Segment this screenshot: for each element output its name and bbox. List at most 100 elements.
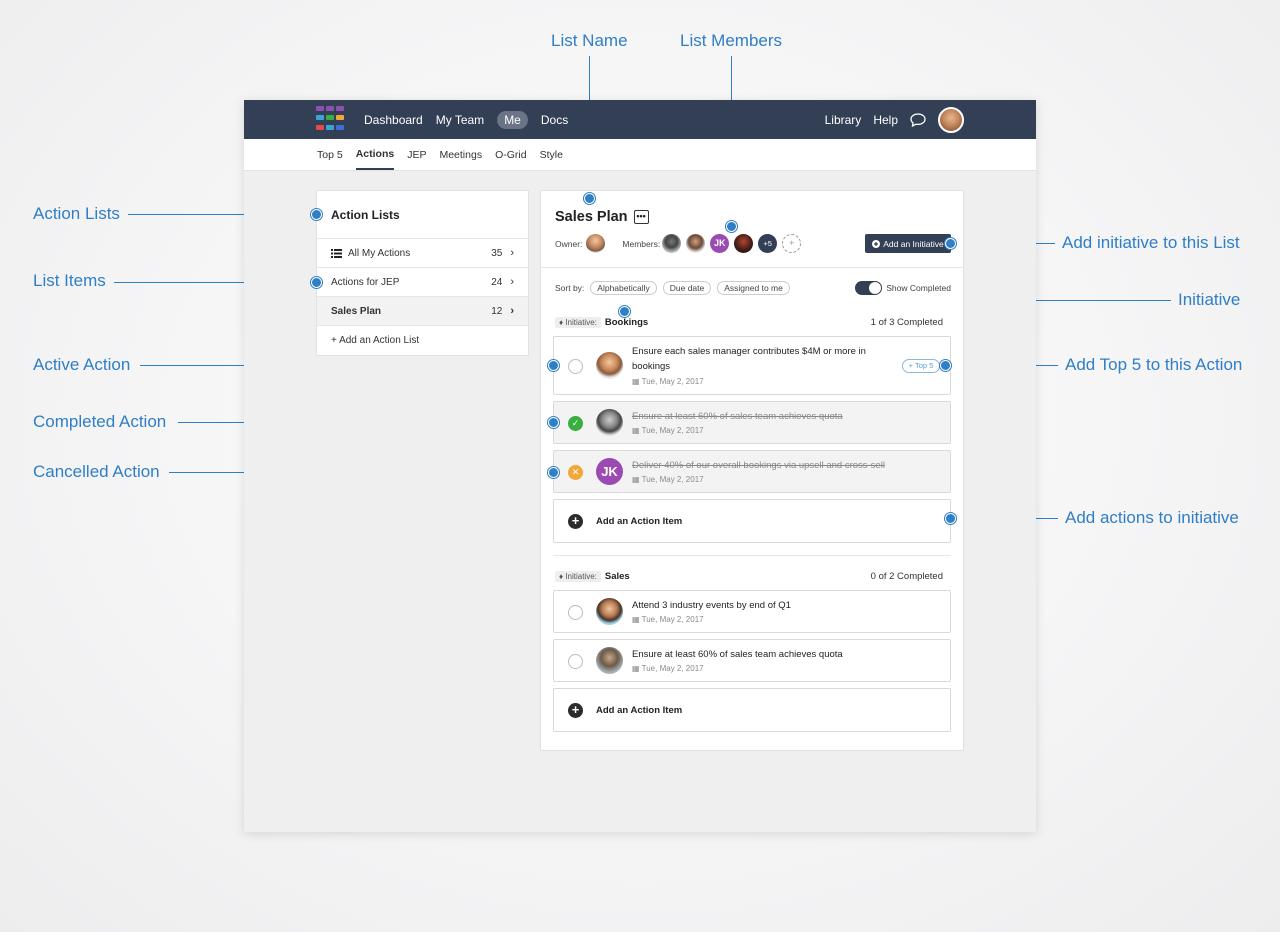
list-name[interactable]: Sales Plan xyxy=(555,209,628,225)
tab-actions[interactable]: Actions xyxy=(355,140,395,170)
owner-avatar[interactable] xyxy=(586,234,606,253)
add-action-label: Add an Action Item xyxy=(596,705,683,716)
action-checkbox[interactable] xyxy=(568,359,583,374)
list-item-count: 35 xyxy=(491,247,503,259)
plus-circle-icon xyxy=(872,239,881,248)
add-action-label: Add an Action Item xyxy=(596,516,683,527)
assignee-avatar-jk: JK xyxy=(596,458,623,485)
callout-list-items: List Items xyxy=(33,271,106,290)
nav-me[interactable]: Me xyxy=(497,110,528,129)
nav-dashboard[interactable]: Dashboard xyxy=(364,113,423,127)
list-title: Sales Plan ••• xyxy=(555,209,649,225)
initiative-name[interactable]: Bookings xyxy=(605,317,648,328)
chat-bubble-icon[interactable] xyxy=(910,112,926,127)
tab-meetings[interactable]: Meetings xyxy=(439,141,482,169)
add-top5-button[interactable]: + Top 5 xyxy=(902,359,940,373)
action-text: Deliver 40% of our overall bookings via … xyxy=(632,460,885,471)
member-avatar[interactable] xyxy=(662,234,682,253)
callout-add-initiative: Add initiative to this List xyxy=(1062,233,1240,252)
divider xyxy=(553,555,951,556)
chevron-right-icon: › xyxy=(510,276,514,288)
dot-list-name xyxy=(584,193,595,204)
add-initiative-label: Add an Initiative xyxy=(883,238,944,249)
action-checkbox[interactable] xyxy=(568,654,583,669)
add-action-item-button[interactable]: + Add an Action Item xyxy=(553,688,951,732)
member-avatar[interactable] xyxy=(686,234,706,253)
assignee-avatar xyxy=(596,598,623,625)
top-navbar: Dashboard My Team Me Docs Library Help xyxy=(244,100,1036,139)
chevron-right-icon: › xyxy=(510,305,514,317)
assignee-avatar xyxy=(596,409,623,436)
cancelled-x-icon[interactable]: ✕ xyxy=(568,465,583,480)
list-item-count: 24 xyxy=(491,276,503,288)
list-item-all-my-actions[interactable]: All My Actions 35 › xyxy=(317,239,528,268)
initiative-header-bookings: ♦ Initiative: Bookings 1 of 3 Completed xyxy=(555,317,943,328)
dot-add-actions xyxy=(945,513,956,524)
action-text: Ensure each sales manager contributes $4… xyxy=(632,346,866,372)
callout-list-members: List Members xyxy=(680,31,783,50)
list-item-label: Actions for JEP xyxy=(331,276,400,288)
sort-label: Sort by: xyxy=(555,283,585,293)
add-action-list-button[interactable]: + Add an Action List xyxy=(317,326,528,355)
action-text: Ensure at least 60% of sales team achiev… xyxy=(632,411,843,422)
list-item-actions-for-jep[interactable]: Actions for JEP 24 › xyxy=(317,268,528,297)
action-lists-panel: Action Lists All My Actions 35 › Actions… xyxy=(316,190,529,356)
tab-style[interactable]: Style xyxy=(540,141,563,169)
plus-circle-icon: + xyxy=(568,703,583,718)
callout-action-lists: Action Lists xyxy=(33,204,120,223)
initiative-header-sales: ♦ Initiative: Sales 0 of 2 Completed xyxy=(555,571,943,582)
callout-cancelled-action: Cancelled Action xyxy=(33,462,160,481)
completed-check-icon[interactable]: ✓ xyxy=(568,416,583,431)
action-date: ▦ Tue, May 2, 2017 xyxy=(632,426,704,435)
nav-help[interactable]: Help xyxy=(873,113,898,127)
initiative-status: 1 of 3 Completed xyxy=(870,317,943,328)
callout-initiative: Initiative xyxy=(1178,290,1241,309)
app-logo-icon[interactable] xyxy=(316,106,344,132)
nav-docs[interactable]: Docs xyxy=(541,113,568,127)
action-card-active[interactable]: Ensure at least 60% of sales team achiev… xyxy=(553,639,951,682)
nav-library[interactable]: Library xyxy=(825,113,862,127)
action-date: ▦ Tue, May 2, 2017 xyxy=(632,615,704,624)
action-card-completed[interactable]: ✓ Ensure at least 60% of sales team achi… xyxy=(553,401,951,444)
action-date: ▦ Tue, May 2, 2017 xyxy=(632,475,704,484)
list-meta: Owner: Members: JK +5 + xyxy=(555,234,806,253)
add-action-item-button[interactable]: + Add an Action Item xyxy=(553,499,951,543)
callout-active-action: Active Action xyxy=(33,355,131,374)
user-avatar[interactable] xyxy=(938,106,964,133)
dot-list-items xyxy=(311,277,322,288)
app-window: Dashboard My Team Me Docs Library Help T… xyxy=(244,100,1036,832)
sort-assigned-to-me[interactable]: Assigned to me xyxy=(717,281,790,295)
list-item-label: Sales Plan xyxy=(331,305,382,317)
nav-my-team[interactable]: My Team xyxy=(436,113,484,127)
show-completed-toggle[interactable] xyxy=(855,281,883,295)
members-label: Members: xyxy=(622,238,661,249)
action-checkbox[interactable] xyxy=(568,605,583,620)
tab-top5[interactable]: Top 5 xyxy=(317,141,343,169)
add-initiative-button[interactable]: Add an Initiative xyxy=(865,234,951,253)
list-item-count: 12 xyxy=(491,305,503,317)
sub-navbar: Top 5 Actions JEP Meetings O-Grid Style xyxy=(244,139,1036,171)
sort-alphabetically[interactable]: Alphabetically xyxy=(590,281,657,295)
callout-add-top5: Add Top 5 to this Action xyxy=(1065,355,1243,374)
list-item-label: All My Actions xyxy=(348,247,411,259)
list-item-sales-plan[interactable]: Sales Plan 12 › xyxy=(317,297,528,326)
action-card-active[interactable]: Attend 3 industry events by end of Q1 ▦ … xyxy=(553,590,951,633)
dot-add-top5 xyxy=(940,360,951,371)
tab-jep[interactable]: JEP xyxy=(407,141,426,169)
action-card-cancelled[interactable]: ✕ JK Deliver 40% of our overall bookings… xyxy=(553,450,951,493)
tab-o-grid[interactable]: O-Grid xyxy=(495,141,527,169)
member-avatar[interactable] xyxy=(734,234,754,253)
member-avatar-jk[interactable]: JK xyxy=(710,234,730,253)
sort-due-date[interactable]: Due date xyxy=(662,281,712,295)
chevron-right-icon: › xyxy=(510,247,514,259)
add-member-icon[interactable]: + xyxy=(782,234,802,253)
action-date: ▦ Tue, May 2, 2017 xyxy=(632,377,704,386)
dot-cancelled-action xyxy=(548,467,559,478)
action-card-active[interactable]: Ensure each sales manager contributes $4… xyxy=(553,336,951,395)
more-members-badge[interactable]: +5 xyxy=(758,234,778,253)
dot-list-members xyxy=(726,221,737,232)
list-detail-panel: Sales Plan ••• Owner: Members: JK +5 + A… xyxy=(540,190,964,751)
initiative-name[interactable]: Sales xyxy=(605,571,630,582)
action-text: Attend 3 industry events by end of Q1 xyxy=(632,600,791,611)
more-options-icon[interactable]: ••• xyxy=(633,210,649,224)
